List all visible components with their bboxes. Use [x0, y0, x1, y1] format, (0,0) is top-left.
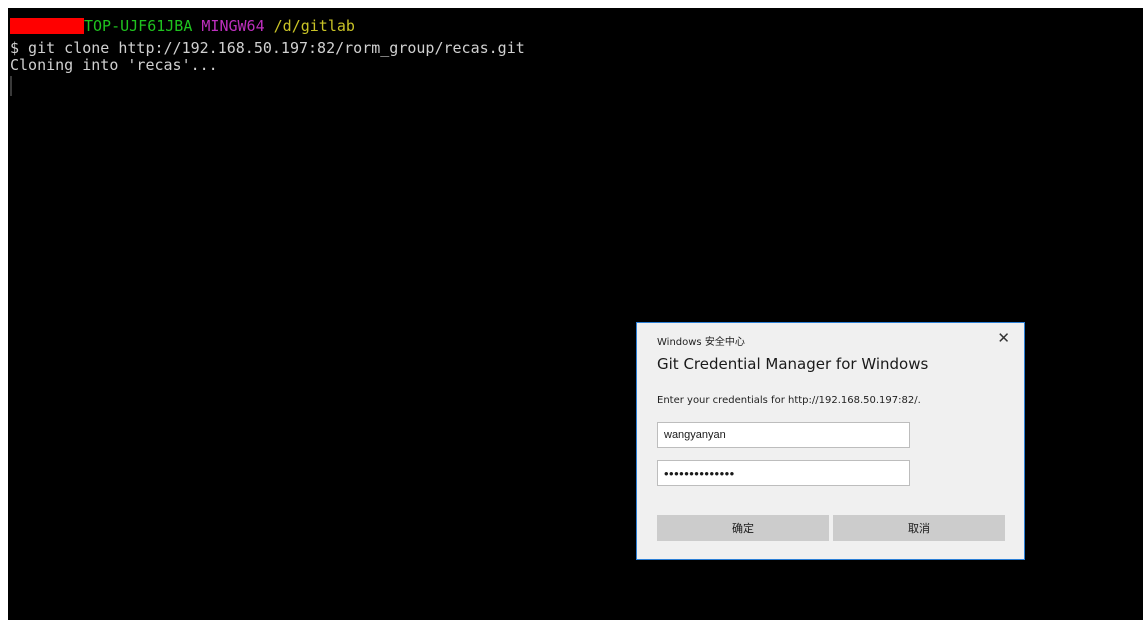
cancel-button[interactable]: 取消: [833, 515, 1005, 541]
redacted-username: [10, 18, 84, 34]
ok-button[interactable]: 确定: [657, 515, 829, 541]
prompt-line: TOP-UJF61JBA MINGW64 /d/gitlab: [10, 18, 355, 34]
prompt-host: TOP-UJF61JBA: [84, 17, 193, 35]
credential-dialog: Windows 安全中心 ✕ Git Credential Manager fo…: [636, 322, 1025, 560]
prompt-path: /d/gitlab: [273, 17, 355, 35]
dialog-title: Git Credential Manager for Windows: [657, 355, 929, 373]
text-cursor: [10, 76, 12, 96]
close-icon[interactable]: ✕: [997, 329, 1010, 347]
username-field[interactable]: [657, 422, 910, 448]
screen: TOP-UJF61JBA MINGW64 /d/gitlab $ git clo…: [0, 0, 1148, 635]
password-field[interactable]: [657, 460, 910, 486]
output-line: Cloning into 'recas'...: [10, 56, 218, 74]
command-line: $ git clone http://192.168.50.197:82/ror…: [10, 39, 525, 57]
prompt-system: MINGW64: [201, 17, 265, 35]
dialog-message: Enter your credentials for http://192.16…: [657, 395, 921, 406]
dialog-caption: Windows 安全中心: [657, 337, 745, 348]
